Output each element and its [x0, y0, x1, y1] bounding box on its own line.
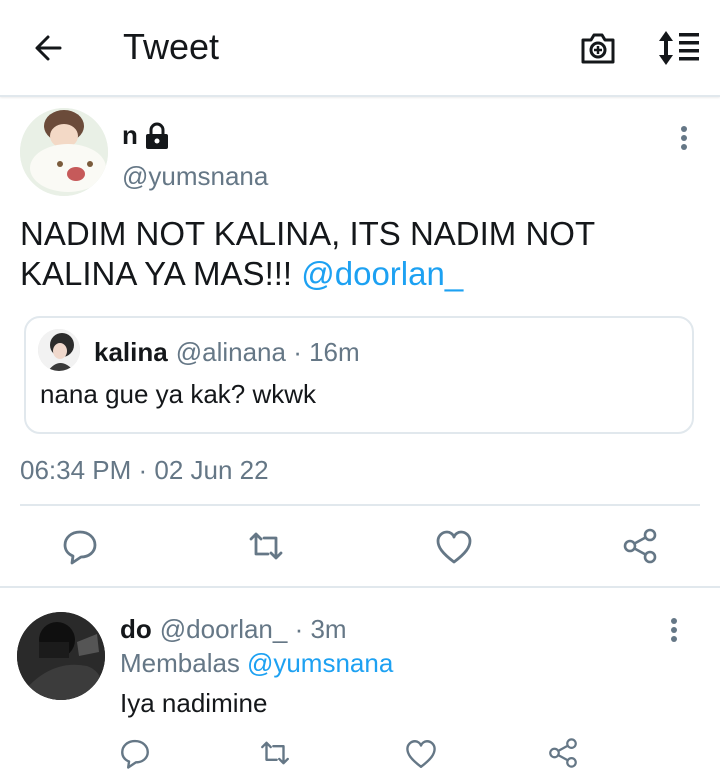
quoted-text: nana gue ya kak? wkwk [40, 379, 317, 409]
quoted-tweet[interactable] [24, 316, 694, 434]
arrow-left-icon[interactable] [30, 28, 70, 68]
lock-icon [145, 122, 168, 149]
share-icon[interactable] [546, 736, 580, 770]
reply-text: Iya nadimine [120, 688, 268, 718]
replying-to-link[interactable]: @yumsnana [247, 648, 393, 679]
retweet-icon[interactable] [246, 526, 286, 566]
mention-link[interactable]: @doorlan_ [301, 255, 463, 292]
divider [20, 504, 700, 506]
camera-plus-icon[interactable] [578, 28, 618, 68]
reply-author-name: do [120, 614, 152, 644]
reply-header: do @doorlan_ · 3m [120, 614, 347, 645]
author-handle: @yumsnana [122, 161, 269, 191]
quoted-header: kalina @alinana · 16m [94, 337, 360, 368]
avatar[interactable] [20, 108, 108, 196]
quoted-handle-time: @alinana · 16m [175, 337, 360, 367]
replying-label: Membalas [120, 648, 240, 678]
share-icon[interactable] [620, 526, 660, 566]
tweet-text: NADIM NOT KALINA, ITS NADIM NOT KALINA Y… [20, 215, 595, 292]
like-heart-icon[interactable] [434, 527, 474, 567]
reply-avatar[interactable] [17, 612, 105, 700]
divider [0, 586, 720, 588]
sort-toggle-icon[interactable] [657, 28, 701, 68]
replying-to: Membalas @yumsnana [120, 648, 393, 679]
reply-icon[interactable] [118, 736, 152, 770]
more-options-icon[interactable] [672, 122, 696, 154]
like-heart-icon[interactable] [404, 737, 438, 771]
page-title: Tweet [123, 26, 220, 67]
top-app-bar: Tweet [0, 0, 720, 97]
retweet-icon[interactable] [258, 736, 292, 770]
quoted-avatar [38, 329, 80, 371]
timestamp: 06:34 PM · 02 Jun 22 [20, 455, 269, 485]
author-name: n [122, 120, 170, 151]
reply-icon[interactable] [60, 526, 100, 566]
quoted-name: kalina [94, 337, 168, 367]
more-options-icon[interactable] [662, 614, 686, 646]
reply-handle-time: @doorlan_ · 3m [159, 614, 347, 644]
